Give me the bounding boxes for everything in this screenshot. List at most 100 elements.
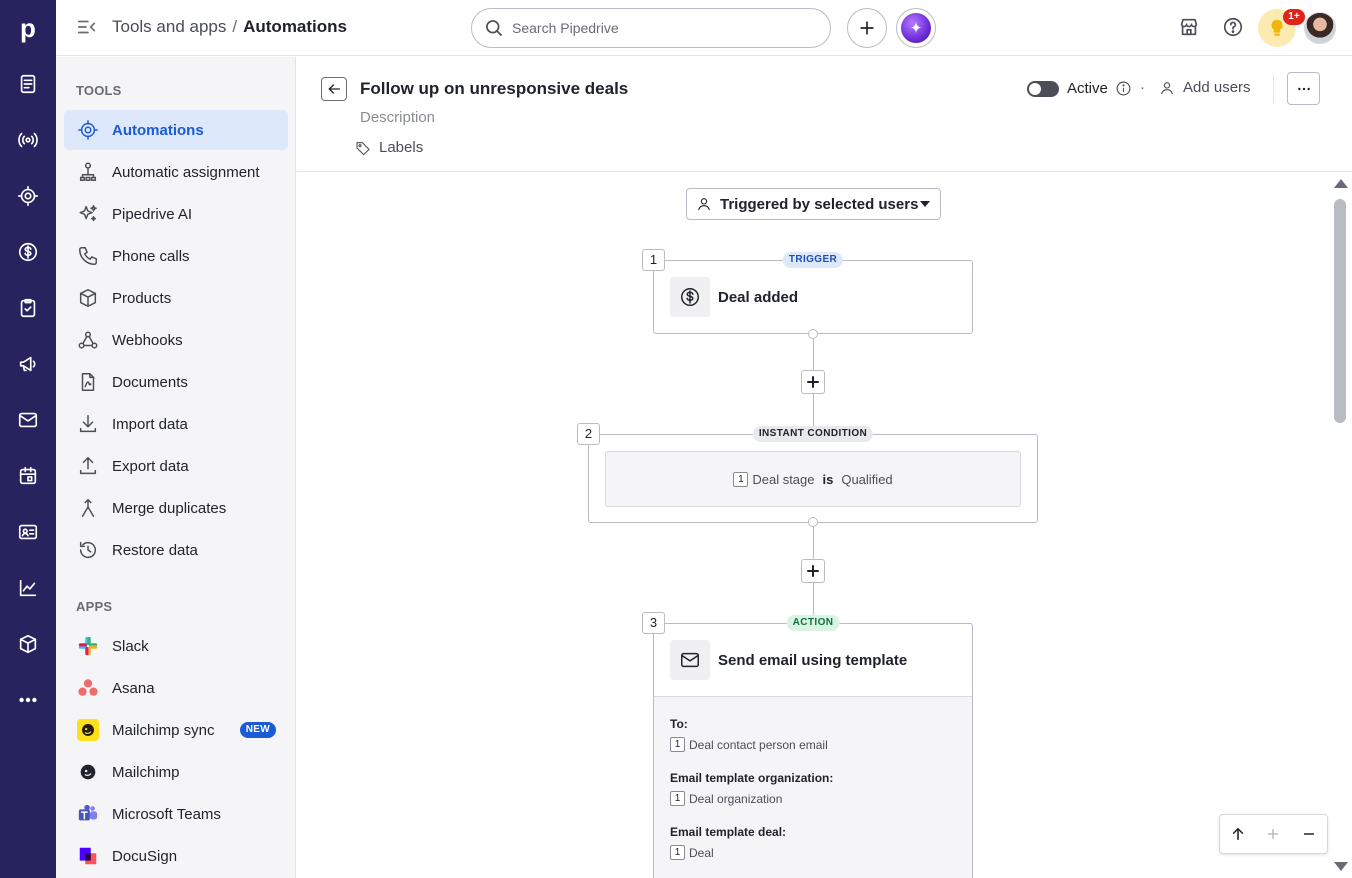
info-icon[interactable] <box>1115 80 1133 98</box>
scroll-down-arrow[interactable] <box>1334 862 1348 871</box>
trigger-user-select[interactable]: Triggered by selected users <box>686 188 941 220</box>
box-icon[interactable] <box>0 624 56 664</box>
sidebar-item-microsoft-teams[interactable]: Microsoft Teams <box>64 794 288 834</box>
trigger-select-label: Triggered by selected users <box>720 195 919 213</box>
zoom-out-button[interactable] <box>1297 822 1321 846</box>
sidebar-item-slack[interactable]: Slack <box>64 626 288 666</box>
tasks-icon[interactable] <box>0 288 56 328</box>
search-icon <box>486 20 503 37</box>
mailchimp-mono-logo <box>76 760 100 784</box>
more-options-button[interactable] <box>1287 72 1320 105</box>
description-field[interactable]: Description <box>360 109 435 126</box>
plus-icon <box>1268 828 1279 840</box>
step-number: 1 <box>642 249 665 271</box>
notification-badge: 1+ <box>1283 9 1305 25</box>
asana-logo <box>76 676 100 700</box>
dollar-icon <box>670 277 710 317</box>
sidebar-item-documents[interactable]: Documents <box>64 362 288 402</box>
sidebar-item-import-data[interactable]: Import data <box>64 404 288 444</box>
action-card[interactable]: Send email using template To: 1 Deal cont… <box>653 623 973 878</box>
sidebar-item-restore-data[interactable]: Restore data <box>64 530 288 570</box>
field-value: 1 Deal <box>670 845 786 860</box>
sidebar-item-mailchimp[interactable]: Mailchimp <box>64 752 288 792</box>
add-step-button[interactable] <box>801 370 825 394</box>
breadcrumb-parent[interactable]: Tools and apps <box>112 17 226 36</box>
trigger-tag: TRIGGER <box>782 252 844 268</box>
user-avatar[interactable] <box>1304 12 1336 44</box>
tools-heading: TOOLS <box>76 83 122 98</box>
scroll-to-top-button[interactable] <box>1226 822 1250 846</box>
action-card-header: Send email using template <box>670 640 907 680</box>
automation-header: Follow up on unresponsive deals Descript… <box>297 57 1352 172</box>
more-icon[interactable] <box>0 680 56 720</box>
ai-assistant-button[interactable]: ✦ <box>896 8 936 48</box>
sidebar-item-webhooks[interactable]: Webhooks <box>64 320 288 360</box>
add-users-button[interactable]: Add users <box>1159 79 1251 96</box>
megaphone-icon[interactable] <box>0 344 56 384</box>
dollar-icon[interactable] <box>0 232 56 272</box>
sidebar-item-docusign[interactable]: DocuSign <box>64 836 288 876</box>
sidebar-item-merge-duplicates[interactable]: Merge duplicates <box>64 488 288 528</box>
action-field-deal: Email template deal: 1 Deal <box>670 825 786 860</box>
sidebar-item-label: Automations <box>112 121 204 139</box>
quick-add-button[interactable] <box>847 8 887 48</box>
search-input[interactable] <box>512 18 812 38</box>
trigger-card[interactable]: Deal added <box>653 260 973 334</box>
sidebar-item-automations[interactable]: Automations <box>64 110 288 150</box>
marketplace-icon[interactable] <box>1178 16 1202 40</box>
assignment-icon <box>76 160 100 184</box>
mail-icon[interactable] <box>0 400 56 440</box>
connector-line <box>813 527 814 559</box>
tag-icon <box>356 141 370 155</box>
sidebar-item-pipedrive-ai[interactable]: Pipedrive AI <box>64 194 288 234</box>
action-details: To: 1 Deal contact person email Email tem… <box>654 696 972 878</box>
sidebar-item-products[interactable]: Products <box>64 278 288 318</box>
separator-dot: · <box>1140 79 1145 96</box>
automation-title[interactable]: Follow up on unresponsive deals <box>360 79 628 99</box>
condition-card[interactable]: 1 Deal stage is Qualified <box>588 434 1038 523</box>
add-step-button[interactable] <box>801 559 825 583</box>
sidebar-item-asana[interactable]: Asana <box>64 668 288 708</box>
field-ref-badge: 1 <box>670 737 685 752</box>
target-icon[interactable] <box>0 176 56 216</box>
condition-rule[interactable]: 1 Deal stage is Qualified <box>605 451 1021 507</box>
box-icon <box>76 286 100 310</box>
scrollbar-thumb[interactable] <box>1334 199 1346 423</box>
help-icon[interactable] <box>1222 16 1246 40</box>
scroll-up-arrow[interactable] <box>1334 179 1348 188</box>
sidebar-item-automatic-assignment[interactable]: Automatic assignment <box>64 152 288 192</box>
slack-logo <box>76 634 100 658</box>
collapse-menu-icon[interactable] <box>76 16 100 40</box>
zoom-in-button[interactable] <box>1261 822 1285 846</box>
document-icon <box>76 370 100 394</box>
header-divider <box>1273 75 1274 103</box>
contacts-icon[interactable] <box>0 512 56 552</box>
action-field-organization: Email template organization: 1 Deal organ… <box>670 771 833 806</box>
pipedrive-logo[interactable]: p <box>0 0 56 56</box>
sidebar-item-label: DocuSign <box>112 847 178 865</box>
field-ref-badge: 1 <box>670 791 685 806</box>
sidebar-item-label: Webhooks <box>112 331 183 349</box>
restore-icon <box>76 538 100 562</box>
action-field-to: To: 1 Deal contact person email <box>670 717 828 752</box>
sidebar-item-mailchimp-sync[interactable]: Mailchimp sync NEW <box>64 710 288 750</box>
search-box[interactable] <box>471 8 831 48</box>
calendar-icon[interactable] <box>0 456 56 496</box>
chart-icon[interactable] <box>0 568 56 608</box>
sidebar-item-phone-calls[interactable]: Phone calls <box>64 236 288 276</box>
left-rail: p <box>0 0 56 878</box>
sidebar-item-export-data[interactable]: Export data <box>64 446 288 486</box>
download-icon <box>76 412 100 436</box>
arrow-up-icon <box>1232 827 1243 841</box>
trigger-card-header: Deal added <box>670 277 798 317</box>
back-button[interactable] <box>321 77 347 101</box>
workflow-canvas[interactable]: Triggered by selected users Deal added 1… <box>297 173 1352 878</box>
zoom-controls <box>1219 814 1328 854</box>
active-toggle[interactable] <box>1027 81 1059 97</box>
labels-button[interactable]: Labels <box>355 139 423 156</box>
field-value-text: Deal <box>689 845 714 860</box>
sidebar-item-label: Export data <box>112 457 189 475</box>
arrow-left-icon <box>328 84 340 94</box>
leads-icon[interactable] <box>0 64 56 104</box>
radio-signal-icon[interactable] <box>0 120 56 160</box>
